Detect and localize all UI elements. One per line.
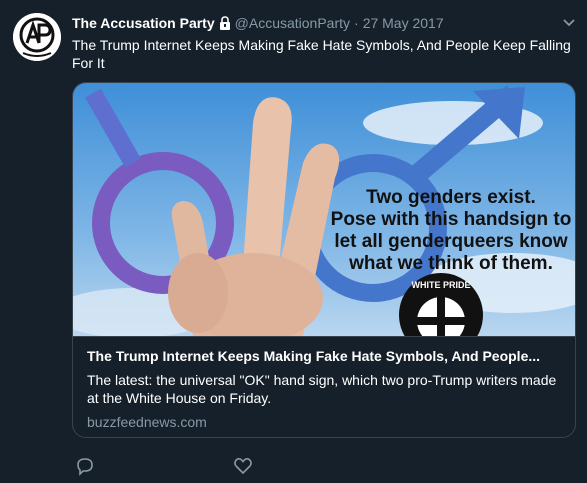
user-handle[interactable]: @AccusationParty xyxy=(235,15,350,31)
reply-icon[interactable] xyxy=(75,456,97,478)
display-name[interactable]: The Accusation Party xyxy=(72,15,215,31)
separator: · xyxy=(354,15,359,31)
svg-text:WHITE PRIDE: WHITE PRIDE xyxy=(411,280,470,290)
link-card[interactable]: Two genders exist. Pose with this handsi… xyxy=(72,82,576,438)
avatar[interactable] xyxy=(13,13,61,61)
lock-icon xyxy=(219,16,231,30)
svg-text:let all genderqueers know: let all genderqueers know xyxy=(334,231,568,252)
image-caption: Two genders exist. Pose with this handsi… xyxy=(331,187,572,274)
tweet[interactable]: The Accusation Party @AccusationParty · … xyxy=(0,0,587,483)
card-domain[interactable]: buzzfeednews.com xyxy=(87,413,563,431)
party-logo xyxy=(13,13,61,61)
card-description: The latest: the universal "OK" hand sign… xyxy=(87,372,557,406)
card-title[interactable]: The Trump Internet Keeps Making Fake Hat… xyxy=(87,347,563,365)
chevron-down-icon[interactable] xyxy=(561,14,577,30)
tweet-actions xyxy=(72,456,372,480)
svg-text:Pose with this handsign to: Pose with this handsign to xyxy=(331,209,572,230)
card-body[interactable]: The Trump Internet Keeps Making Fake Hat… xyxy=(73,336,575,437)
white-pride-badge: WHITE PRIDE xyxy=(399,273,483,357)
tweet-text: The Trump Internet Keeps Making Fake Hat… xyxy=(72,37,571,71)
svg-text:what we think of them.: what we think of them. xyxy=(348,253,553,274)
tweet-header: The Accusation Party @AccusationParty · … xyxy=(72,13,557,33)
tweet-date[interactable]: 27 May 2017 xyxy=(363,15,444,31)
heart-icon[interactable] xyxy=(233,456,255,478)
svg-text:Two genders exist.: Two genders exist. xyxy=(366,187,536,208)
card-image: Two genders exist. Pose with this handsi… xyxy=(73,83,575,357)
